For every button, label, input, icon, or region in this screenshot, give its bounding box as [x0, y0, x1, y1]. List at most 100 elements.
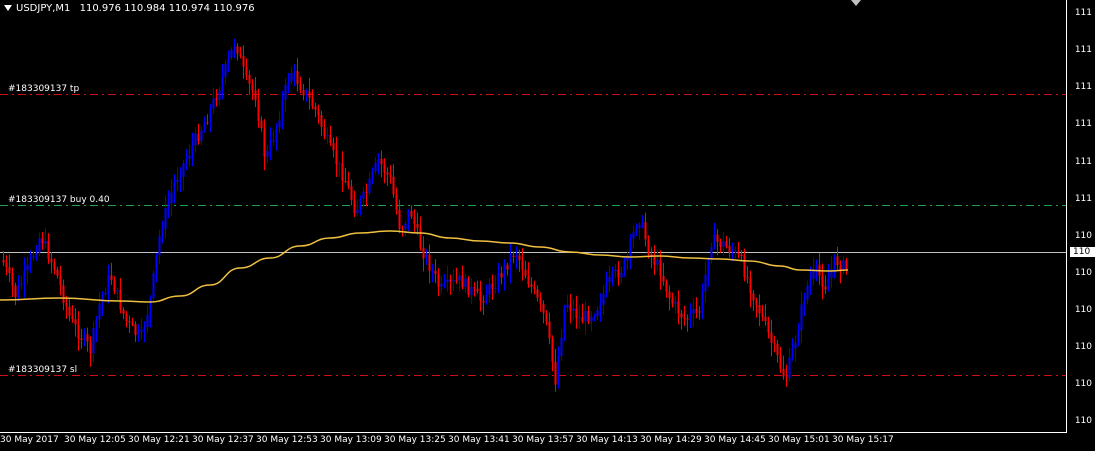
candle-body — [644, 222, 647, 240]
time-tick-label: 30 May 12:05 — [64, 435, 126, 445]
candle-body — [146, 315, 149, 328]
candle-body — [788, 357, 791, 378]
candle-body — [203, 122, 206, 131]
price-axis-border — [1066, 0, 1067, 432]
candle-body — [635, 227, 638, 233]
candle-body — [191, 145, 194, 156]
candle-body — [35, 252, 38, 257]
candle-body — [521, 260, 524, 270]
candle-body — [794, 343, 797, 349]
candle-body — [764, 316, 767, 322]
candle-body — [752, 293, 755, 301]
candle-body — [362, 191, 365, 199]
candle-body — [653, 256, 656, 265]
candle-body — [5, 262, 8, 268]
price-chart[interactable]: USDJPY,M1 110.976 110.984 110.974 110.97… — [0, 0, 1095, 451]
candle-body — [41, 238, 44, 244]
candle-body — [377, 158, 380, 163]
chart-header: USDJPY,M1 110.976 110.984 110.974 110.97… — [4, 3, 255, 14]
candle-body — [488, 283, 491, 295]
candle-body — [740, 254, 743, 256]
candle-body — [374, 162, 377, 172]
candle-body — [821, 275, 824, 287]
candle-body — [590, 316, 593, 322]
candle-body — [608, 276, 611, 283]
candle-body — [548, 321, 551, 339]
entry-line-label[interactable]: #183309137 buy 0.40 — [8, 195, 110, 205]
candle-body — [71, 316, 74, 320]
candle-body — [482, 300, 485, 303]
candle-body — [500, 273, 503, 278]
candle-body — [299, 84, 302, 91]
dropdown-triangle-icon[interactable] — [4, 5, 12, 11]
candle-body — [569, 304, 572, 311]
candle-body — [110, 275, 113, 281]
price-tick-label: 110 — [1074, 305, 1092, 315]
candle-body — [260, 120, 263, 129]
candle-body — [314, 106, 317, 110]
candle-body — [350, 186, 353, 200]
candle-body — [275, 127, 278, 141]
candle-body — [2, 260, 5, 263]
candle-body — [353, 199, 356, 214]
candle-body — [506, 264, 509, 270]
candle-body — [278, 120, 281, 128]
candle-body — [749, 278, 752, 294]
candle-body — [323, 127, 326, 137]
candle-body — [419, 227, 422, 248]
candle-body — [212, 98, 215, 109]
candle-body — [254, 90, 257, 101]
candle-body — [416, 224, 419, 228]
candle-body — [218, 90, 221, 100]
candle-body — [221, 76, 224, 91]
candle-body — [326, 135, 329, 137]
candle-body — [365, 191, 368, 193]
candle-body — [797, 330, 800, 344]
candle-body — [425, 254, 428, 259]
candle-body — [503, 264, 506, 278]
candle-body — [632, 232, 635, 239]
tp-line-label[interactable]: #183309137 tp — [8, 84, 79, 94]
candle-body — [284, 84, 287, 100]
time-tick-label: 30 May 12:37 — [192, 435, 254, 445]
candle-body — [206, 122, 209, 124]
candle-body — [32, 256, 35, 258]
price-tick-label: 111 — [1074, 157, 1092, 167]
candle-body — [836, 256, 839, 266]
candle-body — [533, 286, 536, 290]
candle-body — [530, 284, 533, 287]
candle-body — [230, 49, 233, 58]
candle-body — [77, 324, 80, 339]
candle-body — [536, 289, 539, 298]
candle-body — [485, 294, 488, 303]
candle-body — [803, 299, 806, 305]
candle-body — [587, 311, 590, 322]
candle-body — [59, 276, 62, 286]
candle-body — [296, 71, 299, 85]
candle-body — [68, 306, 71, 316]
candle-body — [173, 182, 176, 193]
chart-canvas[interactable] — [0, 0, 1095, 451]
candle-body — [686, 318, 689, 320]
candle-body — [395, 194, 398, 210]
time-tick-label: 30 May 13:41 — [448, 435, 510, 445]
candle-body — [140, 329, 143, 332]
time-tick-label: 30 May 14:13 — [576, 435, 638, 445]
candle-body — [311, 97, 314, 107]
candle-body — [269, 140, 272, 151]
candle-body — [242, 56, 245, 67]
candle-body — [272, 140, 275, 142]
candle-body — [824, 286, 827, 290]
sl-line-label[interactable]: #183309137 sl — [8, 365, 77, 375]
candle-body — [392, 176, 395, 195]
candle-body — [683, 317, 686, 319]
candle-body — [215, 98, 218, 100]
candle-body — [263, 128, 266, 157]
chart-shift-marker[interactable] — [851, 0, 861, 6]
candle-body — [446, 279, 449, 283]
candle-body — [167, 203, 170, 208]
candle-body — [329, 135, 332, 143]
candle-body — [257, 100, 260, 121]
candle-body — [308, 91, 311, 98]
candle-body — [155, 255, 158, 274]
